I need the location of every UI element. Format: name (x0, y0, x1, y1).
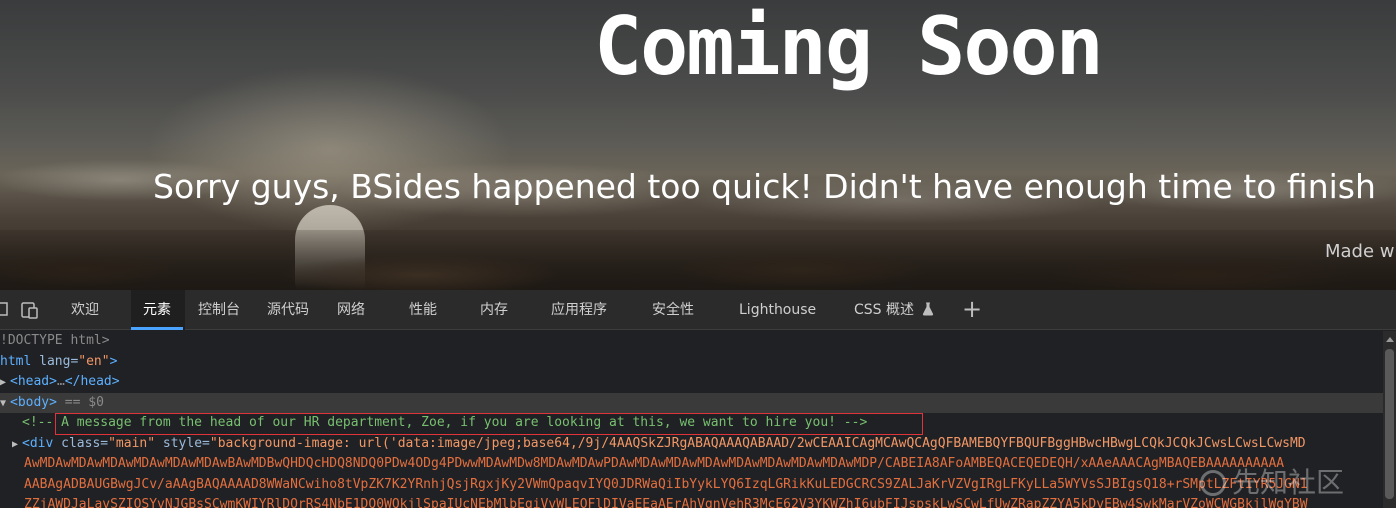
tab-performance[interactable]: 性能 (409, 290, 437, 330)
page-subheading: Sorry guys, BSides happened too quick! D… (153, 167, 1376, 206)
device-toolbar-icon[interactable] (20, 301, 40, 319)
tab-lighthouse[interactable]: Lighthouse (739, 290, 816, 330)
tab-network[interactable]: 网络 (337, 290, 365, 330)
watermark: 先知社区 (1200, 458, 1390, 508)
div-tag: <div (22, 435, 54, 451)
base64-data: AwMDAwMDAwMDAwMDAwMDAwMDAwBAwMDBwQHDQcHD… (24, 456, 1285, 471)
tab-css-overview-label: CSS 概述 (854, 302, 914, 318)
tab-css-overview[interactable]: CSS 概述 (854, 290, 934, 330)
hr-comment: <!-- A message from the head of our HR d… (22, 415, 868, 430)
background-rocks (0, 230, 1396, 290)
devtools-panel: 欢迎 元素 控制台 源代码 网络 性能 内存 应用程序 安全性 Lighthou… (0, 290, 1396, 508)
dom-line-div-main[interactable]: ▶ <div class="main" style="background-ima… (0, 434, 1383, 455)
dom-line-data-2: AwMDAwMDAwMDAwMDAwMDAwMDAwBAwMDBwQHDQcHD… (0, 454, 1383, 475)
class-value: "main" (108, 435, 156, 451)
expand-triangle-icon[interactable]: ▶ (0, 373, 10, 393)
base64-data: AABAgADBAUGBwgJCv/aAAgBAQAAAAD8WWaNCwiho… (24, 476, 1308, 492)
made-with-text: Made w (1325, 241, 1395, 262)
page-heading: Coming Soon (594, 0, 1104, 93)
add-tab-plus-icon[interactable]: + (962, 290, 982, 330)
scroll-up-arrow-icon[interactable] (1386, 337, 1394, 342)
dom-line-comment[interactable]: <!-- A message from the head of our HR d… (0, 413, 1383, 434)
selected-node-marker: == $0 (64, 394, 104, 410)
lang-attr: lang (39, 353, 71, 369)
tab-memory[interactable]: 内存 (480, 290, 508, 330)
expand-triangle-icon[interactable]: ▶ (12, 435, 22, 455)
collapse-triangle-icon[interactable]: ▼ (0, 394, 10, 414)
watermark-logo-icon (1200, 470, 1226, 496)
style-value: "background-image: url('data:image/jpeg;… (209, 435, 1306, 451)
base64-data: ZZjAWDJaLavSZIOSYvNJGBsSCwmKWIYRlDOrRS4N… (24, 497, 1308, 508)
elements-dom-tree: !DOCTYPE html> html lang="en"> ▶ <head>…<… (0, 331, 1383, 508)
dom-line-data-3: AABAgADBAUGBwgJCv/aAAgBAQAAAAD8WWaNCwiho… (0, 475, 1383, 496)
web-page-viewport: Coming Soon Sorry guys, BSides happened … (0, 0, 1396, 290)
watermark-text: 先知社区 (1232, 466, 1345, 499)
head-close-tag: </head> (64, 374, 120, 389)
head-ellipsis: … (56, 374, 65, 389)
dom-line-html[interactable]: html lang="en"> (0, 352, 1383, 373)
lang-value: "en" (78, 353, 110, 369)
doctype-text: !DOCTYPE html> (0, 333, 110, 348)
tab-console[interactable]: 控制台 (198, 290, 240, 330)
dom-line-head[interactable]: ▶ <head>…</head> (0, 372, 1383, 393)
tab-sources[interactable]: 源代码 (267, 290, 309, 330)
dom-line-data-4: ZZjAWDJaLavSZIOSYvNJGBsSCwmKWIYRlDOrRS4N… (0, 495, 1383, 508)
style-attr: style (162, 435, 203, 451)
dom-line-body-selected[interactable]: ▼ <body> == $0 (0, 392, 1383, 414)
tab-elements[interactable]: 元素 (131, 290, 183, 330)
tab-welcome[interactable]: 欢迎 (71, 290, 99, 330)
body-tag: <body> (10, 394, 57, 410)
tab-application[interactable]: 应用程序 (551, 290, 607, 330)
html-tag: html (0, 353, 32, 369)
tab-security[interactable]: 安全性 (652, 290, 694, 330)
inspect-element-icon[interactable] (0, 301, 12, 319)
dom-line-doctype[interactable]: !DOCTYPE html> (0, 331, 1383, 352)
flask-icon (923, 302, 934, 316)
head-tag: <head> (10, 374, 57, 389)
class-attr: class (61, 435, 101, 451)
devtools-tab-bar: 欢迎 元素 控制台 源代码 网络 性能 内存 应用程序 安全性 Lighthou… (0, 290, 1396, 330)
